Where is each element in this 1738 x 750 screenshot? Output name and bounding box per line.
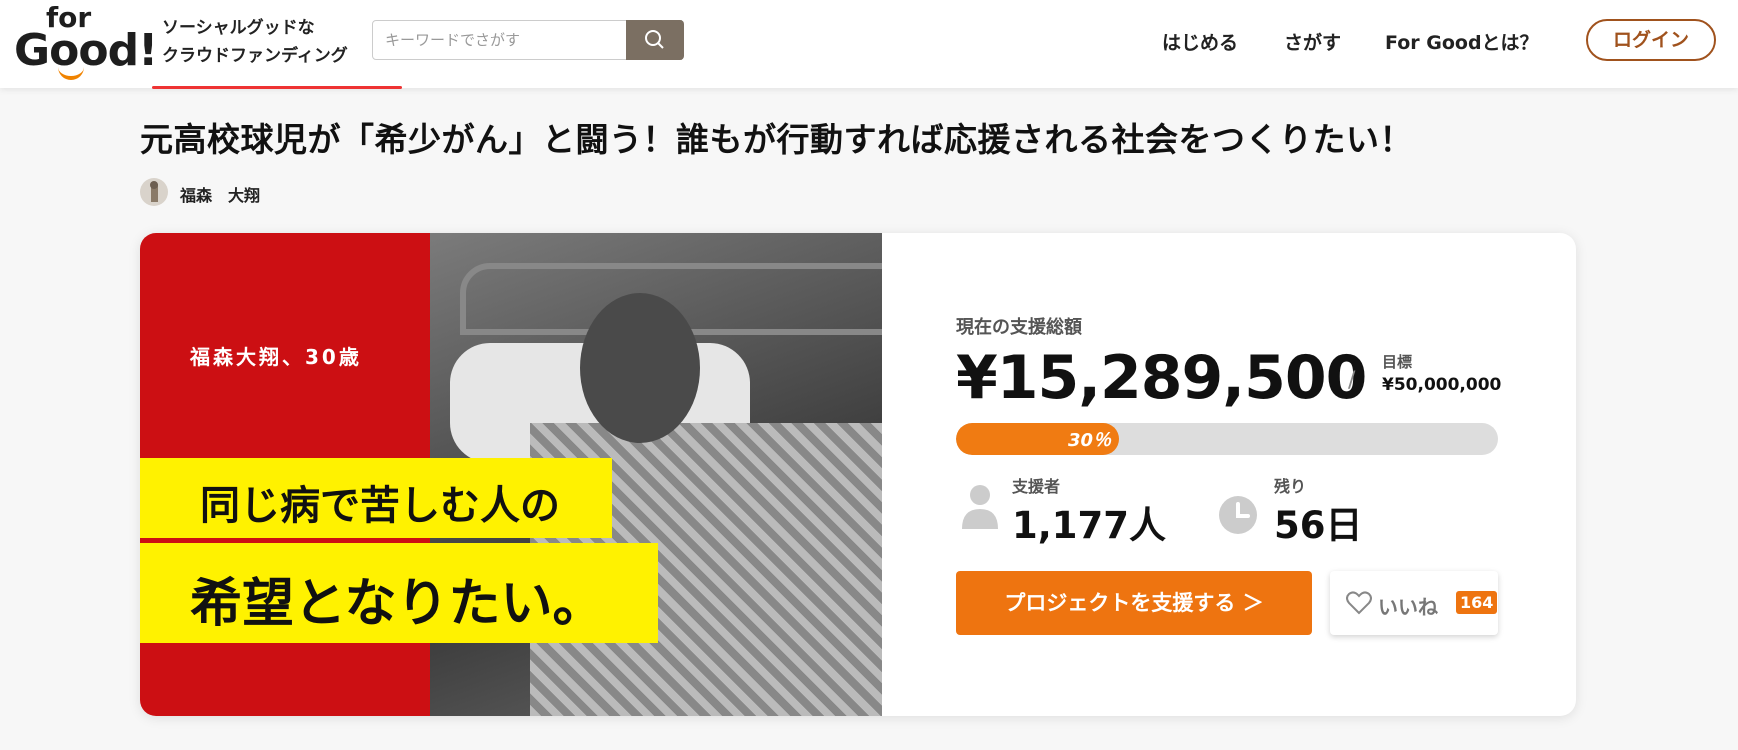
project-title: 元高校球児が「希少がん」と闘う！誰もが行動すれば応援される社会をつくりたい！ bbox=[140, 120, 1413, 159]
support-project-button[interactable]: プロジェクトを支援する ＞ bbox=[956, 571, 1312, 635]
search-button[interactable] bbox=[626, 20, 684, 60]
supporters-label: 支援者 bbox=[1012, 477, 1061, 496]
like-button[interactable]: いいね 164 bbox=[1330, 571, 1498, 635]
like-count: 164 bbox=[1456, 591, 1498, 614]
project-hero-image: 福森大翔、30歳 同じ病で苦しむ人の 希望となりたい。 bbox=[140, 233, 882, 716]
goal-amount: ¥50,000,000 bbox=[1382, 375, 1502, 395]
supporters-count: 1,177人 bbox=[1012, 504, 1167, 547]
project-card: 福森大翔、30歳 同じ病で苦しむ人の 希望となりたい。 現在の支援総額 ¥15,… bbox=[140, 233, 1576, 716]
funding-panel: 現在の支援総額 ¥15,289,500 / 目標 ¥50,000,000 30％… bbox=[882, 233, 1576, 716]
like-label: いいね bbox=[1378, 595, 1438, 619]
goal-label: 目標 bbox=[1382, 353, 1413, 371]
remaining-label: 残り bbox=[1274, 477, 1307, 496]
author-name: 福森 大翔 bbox=[180, 186, 261, 205]
login-button[interactable]: ログイン bbox=[1586, 19, 1716, 61]
clock-icon bbox=[1219, 496, 1257, 534]
nav-start[interactable]: はじめる bbox=[1162, 28, 1238, 55]
site-tagline: ソーシャルグッドな クラウドファンディング bbox=[162, 14, 348, 70]
remaining-days: 56日 bbox=[1274, 504, 1363, 547]
nav-search[interactable]: さがす bbox=[1284, 28, 1341, 55]
search-icon bbox=[645, 30, 664, 49]
avatar bbox=[140, 178, 168, 206]
total-amount: ¥15,289,500 bbox=[956, 343, 1367, 413]
hero-headline-2: 希望となりたい。 bbox=[190, 574, 605, 634]
person-icon bbox=[962, 485, 998, 529]
hero-face bbox=[580, 293, 700, 443]
site-logo[interactable]: for Good! bbox=[14, 4, 158, 80]
nav-about[interactable]: For Goodとは？ bbox=[1385, 28, 1539, 55]
avatar-image bbox=[150, 181, 158, 202]
amount-separator: / bbox=[1348, 368, 1356, 393]
hero-headline-1: 同じ病で苦しむ人の bbox=[200, 483, 560, 529]
tab-indicator bbox=[152, 86, 402, 89]
tagline-line2: クラウドファンディング bbox=[162, 46, 348, 66]
hero-subtitle: 福森大翔、30歳 bbox=[190, 345, 362, 369]
progress-percent: 30％ bbox=[1068, 430, 1112, 451]
total-label: 現在の支援総額 bbox=[956, 317, 1082, 338]
logo-line2: Good! bbox=[14, 25, 158, 76]
heart-icon bbox=[1346, 591, 1372, 615]
site-header: for Good! ソーシャルグッドな クラウドファンディング キーワードでさが… bbox=[0, 0, 1738, 88]
progress-bar: 30％ bbox=[956, 423, 1498, 455]
tagline-line1: ソーシャルグッドな bbox=[162, 18, 315, 38]
logo-smile-icon bbox=[58, 66, 84, 80]
